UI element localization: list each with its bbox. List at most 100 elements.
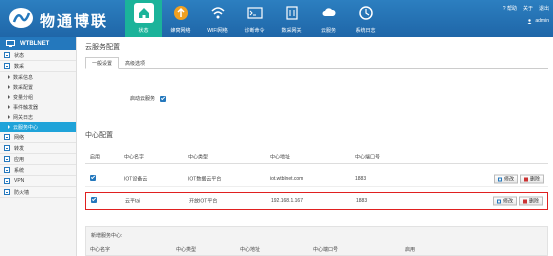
- sidebar-item-firewall[interactable]: 防火墙: [0, 187, 76, 198]
- expand-icon: [4, 134, 10, 140]
- user-icon: [527, 18, 532, 24]
- arrow-icon: [8, 75, 10, 79]
- nav-status[interactable]: 状态: [125, 0, 162, 37]
- add-center-title: 新增服务中心:: [91, 233, 123, 239]
- row-address: iot.wtblnet.com: [270, 176, 304, 182]
- nav-cellular[interactable]: 蜂窝网络: [162, 0, 199, 37]
- row-actions: 修改 删除: [492, 196, 543, 206]
- enable-cloud-checkbox[interactable]: [160, 95, 167, 102]
- delete-icon: [523, 177, 528, 181]
- sidebar-item-apps[interactable]: 应用: [0, 154, 76, 165]
- nav-syslog[interactable]: 系统日志: [347, 0, 384, 37]
- cloud-icon: [319, 3, 339, 23]
- col-type: 中心类型: [188, 154, 209, 160]
- add-col-address: 中心地址: [240, 247, 261, 253]
- sidebar-sub-gateway-log[interactable]: 网关日志: [0, 112, 76, 122]
- sidebar-item-system[interactable]: 系统: [0, 165, 76, 176]
- arrow-icon: [8, 85, 10, 89]
- row-type: IOT数据云平台: [188, 176, 222, 183]
- nav-wifi[interactable]: WIFI网络: [199, 0, 236, 37]
- sidebar: WTBLNET 状态 数采 数采信息 数采配置 变量分组 事件触发器 网关日志 …: [0, 37, 77, 256]
- arrow-icon: [8, 115, 10, 119]
- terminal-icon: [245, 3, 265, 23]
- edit-button[interactable]: 修改: [492, 196, 517, 206]
- main-content: 云服务配置 一般设置 高级选项 启动云服务 中心配置 启用 中心名字 中心类型 …: [80, 37, 553, 256]
- row-actions: 修改 删除: [493, 174, 544, 184]
- expand-icon: [4, 145, 10, 151]
- row-port: 1883: [356, 198, 368, 204]
- center-table: 启用 中心名字 中心类型 中心地址 中心端口号 IOT设备云 IOT数据云平台 …: [85, 150, 548, 210]
- edit-icon: [496, 199, 501, 203]
- collapse-icon: [4, 63, 10, 69]
- nav-gateway[interactable]: 数采网关: [273, 0, 310, 37]
- sidebar-item-data[interactable]: 数采: [0, 61, 76, 72]
- expand-icon: [4, 167, 10, 173]
- sidebar-title: WTBLNET: [0, 37, 76, 50]
- about-link[interactable]: 关于: [523, 5, 533, 12]
- wifi-icon: [208, 3, 228, 23]
- row-address: 192.168.1.167: [271, 198, 303, 204]
- top-header: 物通博联 状态 蜂窝网络 WIFI网络 诊断命令 数采网关 云服务 系统日志 ?…: [0, 0, 553, 37]
- tab-advanced[interactable]: 高级选项: [119, 57, 151, 69]
- row-name: IOT设备云: [124, 176, 148, 183]
- col-enabled: 启用: [90, 154, 101, 160]
- sidebar-item-forward[interactable]: 转发: [0, 143, 76, 154]
- nav-diagnostics[interactable]: 诊断命令: [236, 0, 273, 37]
- top-links: ? 帮助 关于 退出: [503, 5, 549, 12]
- delete-button[interactable]: 删除: [519, 174, 544, 184]
- user-info: admin: [527, 18, 549, 24]
- sidebar-sub-data-info[interactable]: 数采信息: [0, 72, 76, 82]
- sidebar-item-status[interactable]: 状态: [0, 50, 76, 61]
- sidebar-sub-data-config[interactable]: 数采配置: [0, 82, 76, 92]
- sidebar-item-vpn[interactable]: VPN: [0, 176, 76, 187]
- sidebar-sub-cloud-center[interactable]: 云服务中心: [0, 122, 76, 132]
- row-type: 开放IOT平台: [189, 198, 218, 205]
- add-center-header: 中心名字 中心类型 中心地址 中心端口号 启用: [85, 246, 548, 256]
- row-enabled-checkbox[interactable]: [91, 197, 97, 205]
- sidebar-item-network[interactable]: 网络: [0, 132, 76, 143]
- section-title: 中心配置: [85, 132, 113, 139]
- sidebar-sub-var-group[interactable]: 变量分组: [0, 92, 76, 102]
- table-row-highlighted: 云平tai 开放IOT平台 192.168.1.167 1883 修改 删除: [85, 192, 548, 210]
- row-name: 云平tai: [125, 198, 141, 205]
- log-icon: [356, 3, 376, 23]
- delete-icon: [522, 199, 527, 203]
- tab-general[interactable]: 一般设置: [85, 57, 120, 69]
- cellular-icon: [171, 3, 191, 23]
- home-icon: [133, 3, 154, 23]
- add-col-port: 中心端口号: [313, 247, 339, 253]
- monitor-icon: [6, 40, 15, 47]
- logout-link[interactable]: 退出: [539, 5, 549, 12]
- arrow-icon: [8, 125, 10, 129]
- col-port: 中心端口号: [355, 154, 381, 160]
- edit-button[interactable]: 修改: [493, 174, 518, 184]
- row-port: 1883: [355, 176, 367, 182]
- expand-icon: [4, 52, 10, 58]
- gateway-icon: [282, 3, 302, 23]
- tab-bar: 一般设置 高级选项: [85, 57, 548, 69]
- help-link[interactable]: ? 帮助: [503, 5, 517, 12]
- col-address: 中心地址: [270, 154, 291, 160]
- expand-icon: [4, 178, 10, 184]
- add-col-name: 中心名字: [90, 247, 111, 253]
- username: admin: [535, 18, 549, 24]
- arrow-icon: [8, 95, 10, 99]
- expand-icon: [4, 189, 10, 195]
- table-header: 启用 中心名字 中心类型 中心地址 中心端口号: [85, 150, 548, 164]
- add-col-type: 中心类型: [176, 247, 197, 253]
- page-title: 云服务配置: [85, 44, 120, 51]
- col-name: 中心名字: [124, 154, 145, 160]
- expand-icon: [4, 156, 10, 162]
- table-row: IOT设备云 IOT数据云平台 iot.wtblnet.com 1883 修改 …: [85, 172, 548, 187]
- main-nav: 状态 蜂窝网络 WIFI网络 诊断命令 数采网关 云服务 系统日志: [125, 0, 384, 37]
- row-enabled-checkbox[interactable]: [90, 175, 96, 183]
- enable-cloud-row: 启动云服务: [130, 95, 167, 102]
- brand-name: 物通博联: [40, 12, 109, 30]
- delete-button[interactable]: 删除: [518, 196, 543, 206]
- enable-cloud-label: 启动云服务: [130, 96, 156, 102]
- logo-icon: [8, 7, 34, 29]
- nav-cloud[interactable]: 云服务: [310, 0, 347, 37]
- sidebar-sub-event-trigger[interactable]: 事件触发器: [0, 102, 76, 112]
- edit-icon: [497, 177, 502, 181]
- arrow-icon: [8, 105, 10, 109]
